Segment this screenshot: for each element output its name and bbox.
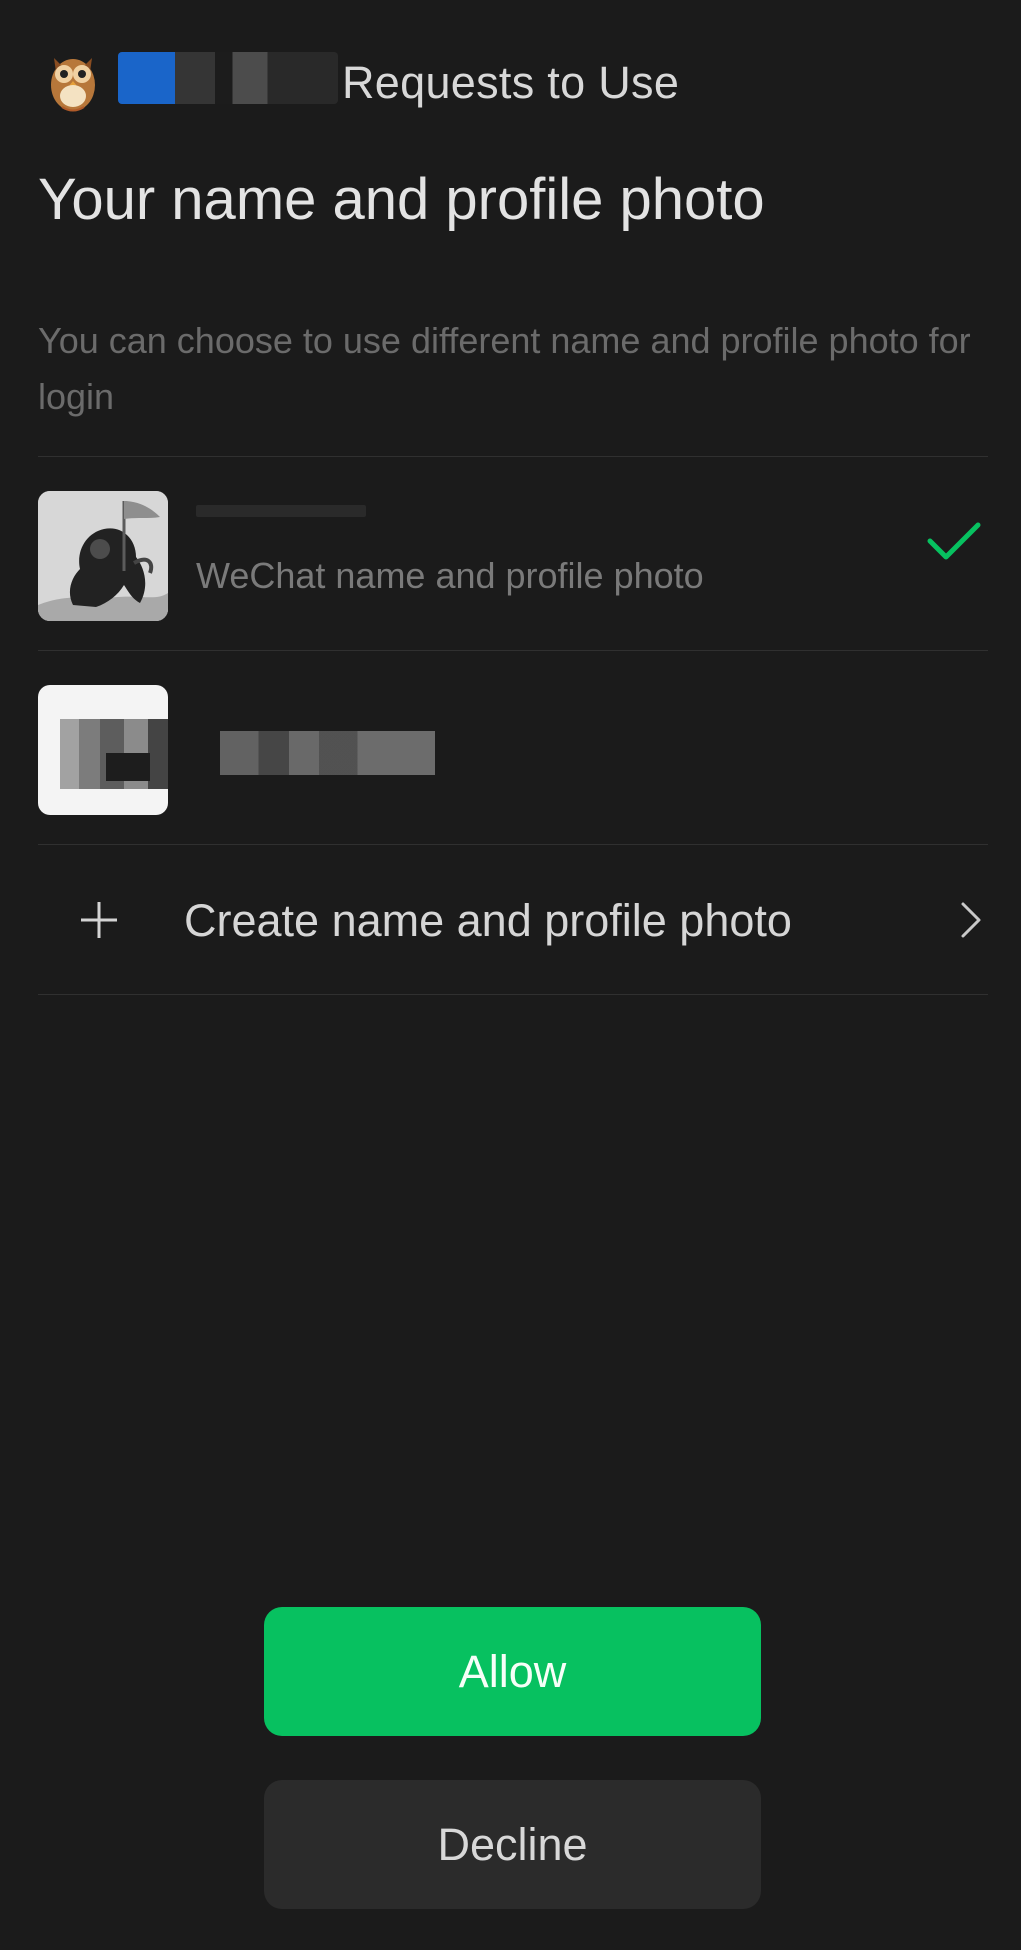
- redacted-app-name: [118, 52, 338, 104]
- divider: [38, 994, 988, 995]
- wechat-profile-label: WeChat name and profile photo: [196, 555, 704, 596]
- description-text: You can choose to use different name and…: [38, 320, 971, 417]
- chevron-right-icon: [960, 901, 982, 939]
- alternate-profile-avatar: [38, 685, 168, 815]
- decline-button[interactable]: Decline: [264, 1780, 761, 1909]
- wechat-profile-avatar: [38, 491, 168, 621]
- owl-app-icon: [46, 48, 100, 114]
- check-icon: [926, 519, 982, 563]
- authorization-page: { "header": { "title": "Requests to Use"…: [0, 0, 1021, 1950]
- divider: [38, 844, 988, 845]
- request-title: Requests to Use: [342, 57, 680, 108]
- page-title: Your name and profile photo: [38, 167, 765, 232]
- profile-option-alternate[interactable]: [38, 651, 988, 844]
- request-header: Requests to Use: [38, 42, 983, 122]
- allow-button[interactable]: Allow: [264, 1607, 761, 1736]
- plus-icon: [78, 899, 120, 941]
- profile-option-wechat[interactable]: WeChat name and profile photo: [38, 457, 988, 650]
- redacted-profile-name: [220, 731, 435, 775]
- create-profile-label: Create name and profile photo: [184, 895, 792, 946]
- create-profile-option[interactable]: Create name and profile photo: [38, 847, 988, 994]
- redacted-profile-name: [196, 505, 366, 517]
